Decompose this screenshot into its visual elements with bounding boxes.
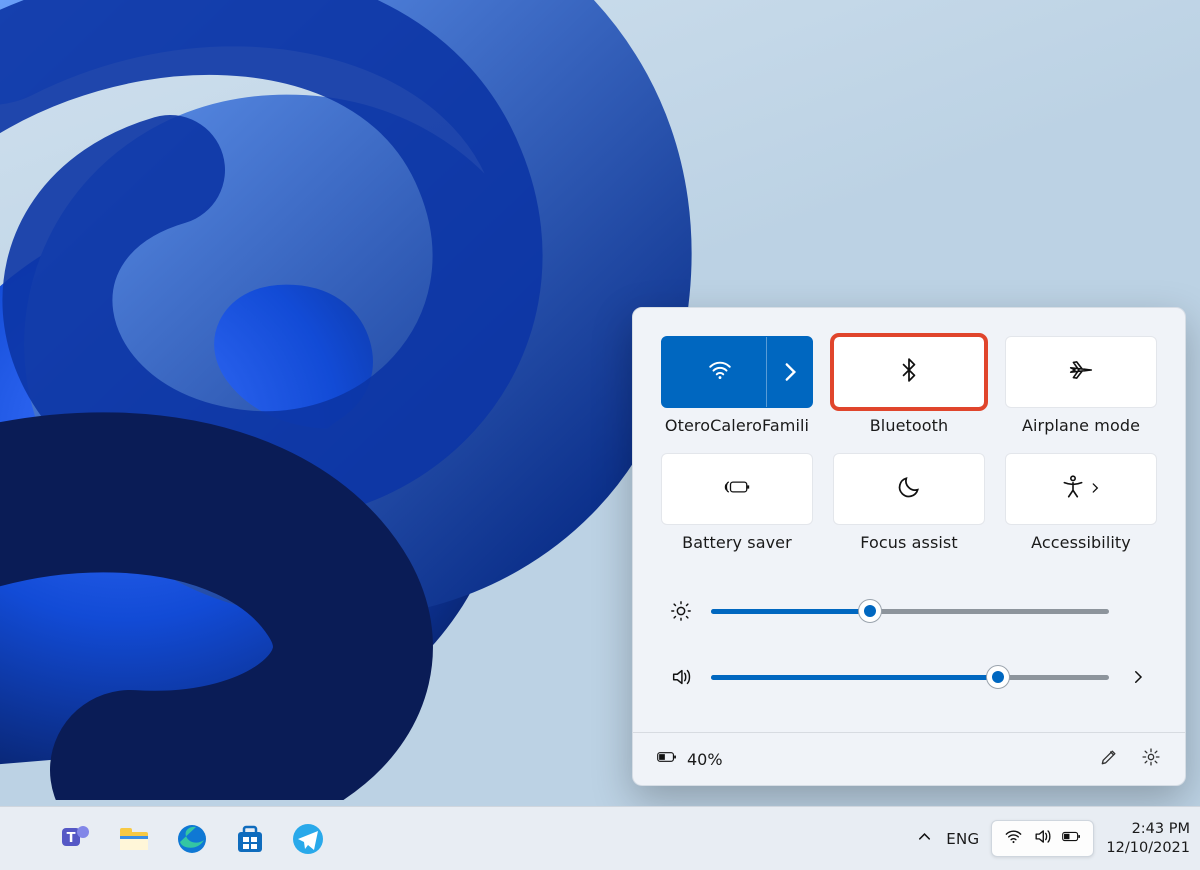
wifi-icon	[1004, 827, 1023, 850]
quick-settings-footer: 40%	[633, 732, 1185, 785]
sliders-area	[661, 570, 1157, 732]
tray-overflow-button[interactable]	[915, 827, 934, 850]
accessibility-label: Accessibility	[1005, 533, 1157, 552]
taskbar-app-telegram[interactable]	[286, 817, 330, 861]
battery-saver-tile[interactable]	[661, 453, 813, 525]
wifi-icon	[707, 357, 733, 387]
taskbar-app-teams[interactable]: T	[54, 817, 98, 861]
brightness-slider[interactable]	[711, 601, 1109, 621]
accessibility-icon	[1060, 474, 1086, 504]
volume-icon	[667, 666, 695, 688]
chevron-right-icon	[1129, 668, 1147, 686]
desktop: OteroCaleroFamili Bluetooth	[0, 0, 1200, 870]
system-tray: ENG	[915, 820, 1190, 857]
language-indicator[interactable]: ENG	[946, 830, 979, 848]
pencil-icon	[1099, 747, 1119, 767]
taskbar-app-edge[interactable]	[170, 817, 214, 861]
focus-assist-label: Focus assist	[833, 533, 985, 552]
battery-icon	[1062, 827, 1081, 850]
taskbar-pinned-apps: T	[54, 817, 330, 861]
battery-saver-label: Battery saver	[661, 533, 813, 552]
brightness-icon	[667, 600, 695, 622]
chevron-right-icon	[777, 359, 803, 385]
chevron-right-icon	[1088, 480, 1102, 499]
settings-button[interactable]	[1141, 747, 1161, 771]
airplane-icon	[1068, 357, 1094, 387]
edit-quick-settings-button[interactable]	[1099, 747, 1119, 771]
chevron-up-icon	[915, 827, 934, 846]
tray-network-volume-battery[interactable]	[991, 820, 1094, 857]
taskbar-clock[interactable]: 2:43 PM 12/10/2021	[1106, 820, 1190, 856]
accessibility-tile[interactable]	[1005, 453, 1157, 525]
volume-output-button[interactable]	[1125, 668, 1151, 686]
battery-saver-icon	[724, 474, 750, 504]
bluetooth-icon	[896, 357, 922, 387]
wifi-expand-button[interactable]	[766, 337, 812, 407]
bluetooth-tile[interactable]	[833, 336, 985, 408]
taskbar-app-store[interactable]	[228, 817, 272, 861]
battery-percent-label: 40%	[687, 750, 723, 769]
battery-icon	[657, 747, 677, 771]
airplane-mode-label: Airplane mode	[1005, 416, 1157, 435]
wifi-tile[interactable]	[661, 336, 813, 408]
taskbar: T ENG	[0, 806, 1200, 870]
taskbar-app-explorer[interactable]	[112, 817, 156, 861]
bluetooth-label: Bluetooth	[833, 416, 985, 435]
moon-icon	[896, 474, 922, 504]
airplane-mode-tile[interactable]	[1005, 336, 1157, 408]
wifi-label: OteroCaleroFamili	[661, 416, 813, 435]
quick-settings-panel: OteroCaleroFamili Bluetooth	[632, 307, 1186, 786]
clock-time: 2:43 PM	[1106, 820, 1190, 838]
focus-assist-tile[interactable]	[833, 453, 985, 525]
quick-settings-tiles: OteroCaleroFamili Bluetooth	[661, 336, 1157, 552]
gear-icon	[1141, 747, 1161, 767]
svg-text:T: T	[67, 831, 76, 846]
volume-icon	[1033, 827, 1052, 850]
battery-status-button[interactable]: 40%	[657, 747, 723, 771]
volume-slider[interactable]	[711, 667, 1109, 687]
clock-date: 12/10/2021	[1106, 839, 1190, 857]
